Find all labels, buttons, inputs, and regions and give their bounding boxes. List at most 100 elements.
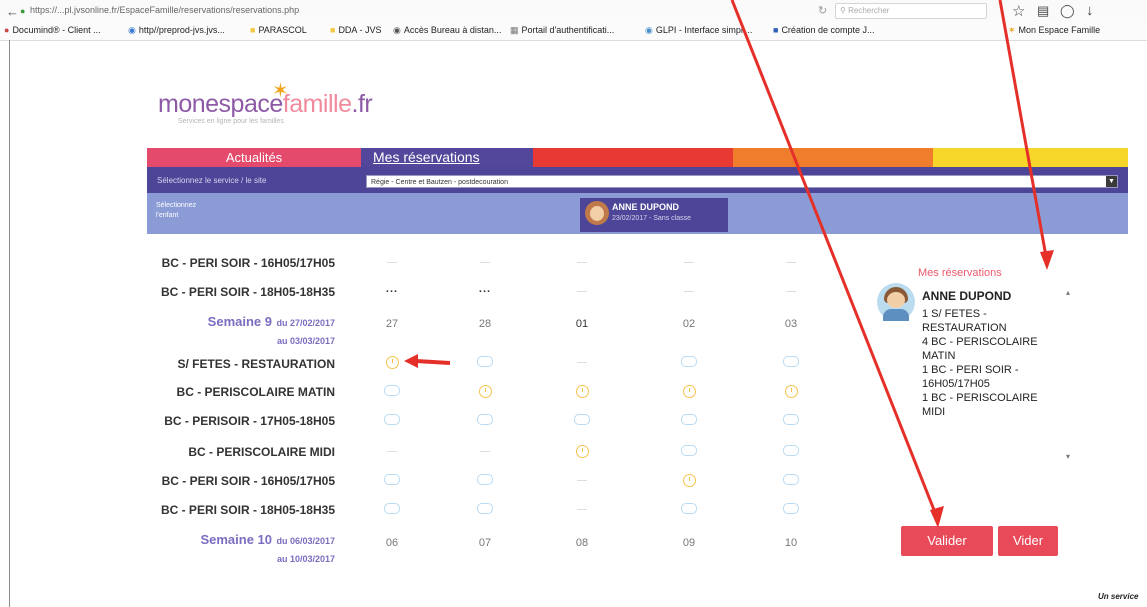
empty-slot-icon	[477, 503, 493, 514]
page-border	[9, 40, 10, 607]
empty-slot-icon	[681, 356, 697, 367]
grid-cell-empty[interactable]	[776, 356, 806, 370]
grid-cell-empty[interactable]	[470, 356, 500, 370]
tab-mes-reservations[interactable]: Mes réservations	[361, 148, 533, 167]
star-icon[interactable]: ☆	[1012, 2, 1025, 20]
annotation-arrow-restauration	[415, 359, 451, 365]
grid-cell-dash	[776, 285, 806, 297]
grid-cell-empty[interactable]	[776, 503, 806, 517]
service-select[interactable]: Régie - Centre et Bautzen - postdecourat…	[366, 175, 1118, 188]
browser-toolbar: ← ● https://...pl.jvsonline.fr/EspaceFam…	[0, 0, 1147, 23]
service-selected-value: Régie - Centre et Bautzen - postdecourat…	[371, 179, 508, 186]
back-icon[interactable]: ←	[6, 4, 19, 19]
bookmark-item[interactable]: ▦ Portail d'authentificati...	[510, 25, 614, 36]
grid-cell-empty[interactable]	[674, 356, 704, 370]
address-bar[interactable]: https://...pl.jvsonline.fr/EspaceFamille…	[30, 3, 620, 18]
summary-line: 16H05/17H05	[922, 378, 990, 390]
grid-cell-empty[interactable]	[470, 474, 500, 488]
day-number: 08	[575, 537, 589, 549]
bookmark-item[interactable]: ◉ GLPI - Interface simpli...	[645, 25, 752, 36]
bookmark-item[interactable]: ◉ Accès Bureau à distan...	[393, 25, 501, 36]
empty-slot-icon	[783, 474, 799, 485]
empty-slot-icon	[384, 474, 400, 485]
grid-cell-empty[interactable]	[470, 503, 500, 517]
pocket-icon[interactable]: ◯	[1060, 3, 1075, 19]
grid-cell-empty[interactable]	[377, 414, 407, 428]
day-number: 07	[478, 537, 492, 549]
scroll-up-icon[interactable]: ▴	[1066, 288, 1070, 297]
empty-slot-icon	[783, 356, 799, 367]
bookmark-item[interactable]: ● Documind® - Client ...	[4, 25, 101, 35]
row-label: BC - PERISCOLAIRE MATIN	[176, 385, 335, 399]
row-label: BC - PERI SOIR - 18H05-18H35	[160, 503, 335, 517]
summary-line: 1 BC - PERI SOIR -	[922, 364, 1019, 376]
validate-button[interactable]: Valider	[901, 526, 993, 556]
week-title: Semaine 9	[207, 314, 272, 329]
grid-cell-empty[interactable]	[377, 474, 407, 488]
grid-cell-empty[interactable]	[674, 503, 704, 517]
search-input[interactable]: ⚲ Rechercher	[835, 3, 987, 19]
grid-cell-empty[interactable]	[470, 414, 500, 428]
annotation-arrow-valider	[730, 0, 940, 521]
annotation-arrowhead	[1040, 250, 1054, 270]
row-label: BC - PERI SOIR - 16H05/17H05	[161, 256, 335, 270]
bookmark-list-icon[interactable]: ▤	[1037, 3, 1049, 19]
reload-icon[interactable]: ↻	[818, 4, 827, 17]
grid-cell-empty[interactable]	[776, 445, 806, 459]
child-label: Sélectionnez l'enfant	[156, 202, 197, 219]
search-placeholder: Rechercher	[848, 6, 890, 15]
child-subtitle: 23/02/2017 - Sans classe	[612, 215, 691, 222]
tab-orange[interactable]	[733, 148, 933, 167]
clear-button[interactable]: Vider	[998, 526, 1058, 556]
site-logo[interactable]: monespacefamille.fr	[158, 90, 373, 119]
clock-icon	[784, 385, 798, 398]
grid-cell-clock[interactable]	[377, 356, 407, 372]
summary-line: 1 S/ FETES -	[922, 308, 987, 320]
bookmark-item[interactable]: ■ Création de compte J...	[773, 25, 874, 35]
row-label: BC - PERI SOIR - 18H05-18H35	[160, 285, 335, 299]
grid-cell-empty[interactable]	[377, 503, 407, 517]
grid-cell-dash	[470, 445, 500, 457]
portal-icon: ▦	[510, 25, 519, 35]
grid-cell-clock[interactable]	[776, 385, 806, 401]
grid-cell-dash	[674, 285, 704, 297]
grid-cell-clock[interactable]	[567, 385, 597, 401]
scroll-down-icon[interactable]: ▾	[1066, 452, 1070, 461]
grid-cell-empty[interactable]	[377, 385, 407, 399]
grid-cell-clock[interactable]	[674, 385, 704, 401]
grid-cell-clock[interactable]	[674, 474, 704, 490]
bookmark-item[interactable]: ◉ http//preprod-jvs.jvs...	[128, 25, 225, 36]
empty-slot-icon	[477, 356, 493, 367]
family-figures-icon: ✶	[272, 80, 289, 102]
account-icon: ■	[773, 25, 779, 35]
tab-yellow[interactable]	[933, 148, 1128, 167]
lock-icon: ●	[20, 6, 26, 16]
summary-line: MIDI	[922, 406, 946, 418]
unavailable-icon	[577, 479, 587, 481]
annotation-arrowhead	[930, 506, 944, 528]
day-number: 10	[784, 537, 798, 549]
grid-cell-empty[interactable]	[567, 414, 597, 428]
tab-actualites[interactable]: Actualités	[147, 148, 361, 167]
avatar-face	[887, 292, 905, 308]
chevron-down-icon[interactable]: ▼	[1106, 176, 1117, 187]
grid-cell-clock[interactable]	[470, 385, 500, 401]
avatar-face	[590, 206, 604, 221]
reservation-summary-list[interactable]: 1 S/ FETES - RESTAURATION 4 BC - PERISCO…	[922, 307, 1062, 419]
grid-cell-empty[interactable]	[776, 474, 806, 488]
clock-icon	[575, 385, 589, 398]
grid-cell-empty[interactable]	[674, 445, 704, 459]
grid-cell-empty[interactable]	[776, 414, 806, 428]
grid-cell-dash	[567, 356, 597, 368]
folder-icon: ■	[330, 25, 336, 35]
empty-slot-icon	[681, 503, 697, 514]
panel-child-name: ANNE DUPOND	[922, 289, 1012, 303]
grid-cell-clock[interactable]	[567, 445, 597, 461]
download-icon[interactable]: ↓	[1086, 2, 1094, 19]
bookmark-item[interactable]: ■ PARASCOL	[250, 25, 307, 35]
row-label: BC - PERISOIR - 17H05-18H05	[164, 414, 335, 428]
grid-cell-empty[interactable]	[674, 414, 704, 428]
bookmark-item[interactable]: ✶ Mon Espace Famille	[1008, 25, 1100, 36]
tab-red[interactable]	[533, 148, 733, 167]
bookmark-item[interactable]: ■ DDA - JVS	[330, 25, 381, 35]
